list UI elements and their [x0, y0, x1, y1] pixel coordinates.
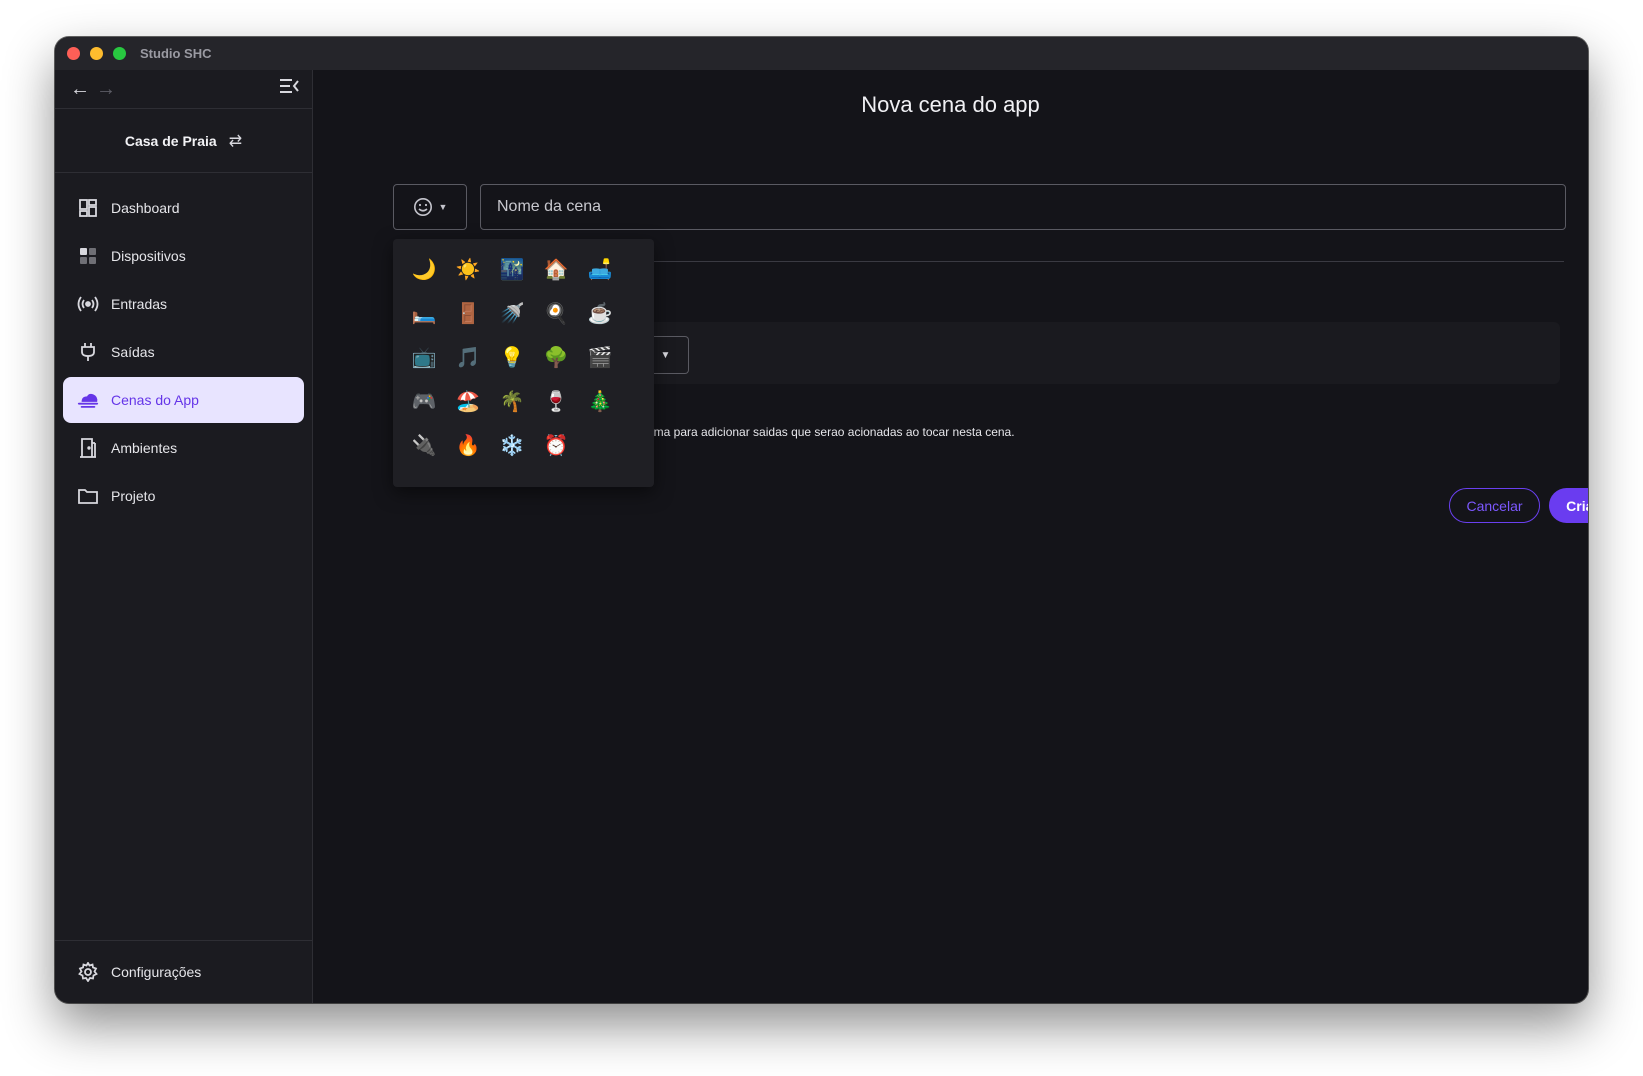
create-button[interactable]: Criar [1549, 488, 1588, 523]
window-controls [67, 47, 126, 60]
project-name: Casa de Praia [124, 132, 217, 149]
emoji-option[interactable]: 🎮 [402, 379, 446, 423]
output-selector-panel [643, 322, 1560, 384]
emoji-option[interactable]: ☕ [578, 291, 622, 335]
sidebar-item-saidas[interactable]: Saídas [63, 329, 304, 375]
app-title: Studio SHC [140, 46, 212, 61]
sidebar-item-label: Dashboard [111, 200, 180, 216]
emoji-option[interactable]: 🍷 [534, 379, 578, 423]
emoji-option[interactable]: 🎵 [446, 335, 490, 379]
emoji-option[interactable]: 🌙 [402, 247, 446, 291]
close-window-button[interactable] [67, 47, 80, 60]
collapse-sidebar-icon[interactable] [276, 77, 302, 100]
sidebar-item-label: Entradas [111, 296, 168, 312]
emoji-option[interactable]: 🛋️ [578, 247, 622, 291]
plug-icon [77, 341, 99, 363]
sidebar-item-label: Cenas do App [111, 392, 199, 408]
emoji-option[interactable]: 🚪 [446, 291, 490, 335]
folder-icon [77, 485, 99, 507]
emoji-option[interactable]: 🚿 [490, 291, 534, 335]
emoji-picker-popover: 🌙 ☀️ 🌃 🏠 🛋️ 🛏️ 🚪 🚿 🍳 ☕ 📺 🎵 💡 🌳 🎬 🎮 🏖️ 🌴 🍷 🎄 🔌 🔥 ❄️ ⏰ [393, 239, 654, 487]
inputs-icon [77, 293, 99, 315]
emoji-option[interactable]: 🔥 [446, 423, 490, 467]
emoji-option[interactable]: 🍳 [534, 291, 578, 335]
emoji-option[interactable]: 🎬 [578, 335, 622, 379]
chevron-down-icon: ▼ [660, 349, 671, 361]
swap-icon: ⇄ [228, 132, 243, 150]
history-navigation: ← → [55, 70, 312, 109]
emoji-option[interactable]: 💡 [490, 335, 534, 379]
emoji-grid: 🌙 ☀️ 🌃 🏠 🛋️ 🛏️ 🚪 🚿 🍳 ☕ 📺 🎵 💡 🌳 🎬 🎮 🏖️ 🌴 🍷 🎄 🔌 🔥 ❄️ ⏰ [402, 247, 645, 467]
emoji-option[interactable]: 📺 [402, 335, 446, 379]
title-bar: Studio SHC [55, 37, 1588, 70]
minimize-window-button[interactable] [90, 47, 103, 60]
emoji-option[interactable]: 🏖️ [446, 379, 490, 423]
emoji-option[interactable]: 🌴 [490, 379, 534, 423]
cloud-icon [77, 389, 99, 411]
section-divider [643, 261, 1564, 262]
emoji-option[interactable]: 🔌 [402, 423, 446, 467]
emoji-option[interactable]: 🎄 [578, 379, 622, 423]
maximize-window-button[interactable] [113, 47, 126, 60]
devices-icon [77, 245, 99, 267]
hint-text: cima para adicionar saidas que serao aci… [645, 425, 1015, 439]
sidebar-item-entradas[interactable]: Entradas [63, 281, 304, 327]
main-content: Nova cena do app ▼ ▼ cima para adicionar… [313, 70, 1588, 1003]
emoji-option[interactable]: ❄️ [490, 423, 534, 467]
sidebar-item-projeto[interactable]: Projeto [63, 473, 304, 519]
emoji-option[interactable]: 🛏️ [402, 291, 446, 335]
chevron-down-icon: ▼ [438, 202, 448, 212]
dashboard-icon [77, 197, 99, 219]
emoji-picker-button[interactable]: ▼ [393, 184, 467, 230]
emoji-option[interactable]: 🏠 [534, 247, 578, 291]
sidebar-item-label: Projeto [111, 488, 156, 504]
page-title: Nova cena do app [861, 92, 1040, 117]
gear-icon [77, 961, 99, 983]
sidebar-item-label: Dispositivos [111, 248, 186, 264]
emoji-option[interactable]: 🌃 [490, 247, 534, 291]
sidebar-item-dashboard[interactable]: Dashboard [63, 185, 304, 231]
project-switcher[interactable]: Casa de Praia ⇄ [55, 109, 312, 173]
sidebar-item-ambientes[interactable]: Ambientes [63, 425, 304, 471]
back-arrow-icon[interactable]: ← [67, 78, 93, 101]
settings-label: Configurações [111, 964, 202, 980]
sidebar-item-dispositivos[interactable]: Dispositivos [63, 233, 304, 279]
smiley-icon [413, 198, 432, 216]
emoji-option[interactable]: 🌳 [534, 335, 578, 379]
cancel-button[interactable]: Cancelar [1449, 488, 1540, 523]
forward-arrow-icon[interactable]: → [93, 78, 119, 101]
door-icon [77, 437, 99, 459]
sidebar-menu: Dashboard Dispositivos Entradas Saídas C… [55, 173, 312, 519]
app-window: Studio SHC ← → Casa de Praia ⇄ Dashboard [55, 37, 1588, 1003]
sidebar: ← → Casa de Praia ⇄ Dashboard Dispositiv… [55, 70, 313, 1003]
sidebar-item-cenas-do-app[interactable]: Cenas do App [63, 377, 304, 423]
sidebar-item-label: Ambientes [111, 440, 178, 456]
sidebar-item-configuracoes[interactable]: Configurações [55, 940, 312, 1003]
emoji-option[interactable]: ☀️ [446, 247, 490, 291]
scene-name-input[interactable] [480, 184, 1566, 230]
emoji-option[interactable]: ⏰ [534, 423, 578, 467]
sidebar-item-label: Saídas [111, 344, 155, 360]
